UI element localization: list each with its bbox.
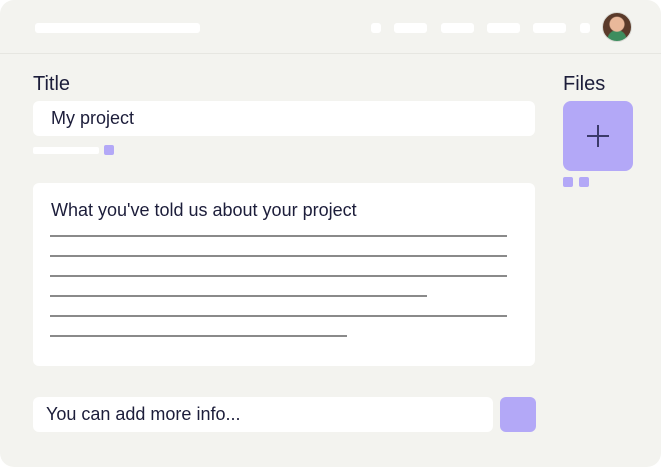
file-indicator-1 — [563, 177, 573, 187]
project-description-card: What you've told us about your project — [33, 183, 535, 366]
nav-item-1[interactable] — [371, 23, 381, 33]
files-label: Files — [563, 73, 606, 95]
description-text-line — [50, 295, 427, 297]
description-heading: What you've told us about your project — [51, 200, 357, 220]
file-indicator-2 — [579, 177, 589, 187]
more-info-input[interactable]: You can add more info... — [33, 397, 493, 432]
description-text-line — [50, 315, 507, 317]
title-hint-placeholder — [33, 147, 99, 154]
add-file-button[interactable] — [563, 101, 633, 171]
nav-item-6[interactable] — [580, 23, 590, 33]
top-navigation-bar — [0, 0, 661, 54]
title-label: Title — [33, 73, 71, 95]
description-text-line — [50, 335, 347, 337]
description-text-line — [50, 275, 507, 277]
user-avatar[interactable] — [602, 12, 632, 42]
nav-item-3[interactable] — [441, 23, 474, 33]
description-text-line — [50, 255, 507, 257]
description-text-line — [50, 235, 507, 237]
title-hint-marker — [104, 145, 114, 155]
nav-item-4[interactable] — [487, 23, 520, 33]
title-input[interactable]: My project — [33, 101, 535, 136]
logo-placeholder[interactable] — [35, 23, 200, 33]
app-window: Title My project Files What you've told … — [0, 0, 661, 467]
nav-item-5[interactable] — [533, 23, 566, 33]
nav-item-2[interactable] — [394, 23, 427, 33]
submit-button[interactable] — [500, 397, 536, 432]
